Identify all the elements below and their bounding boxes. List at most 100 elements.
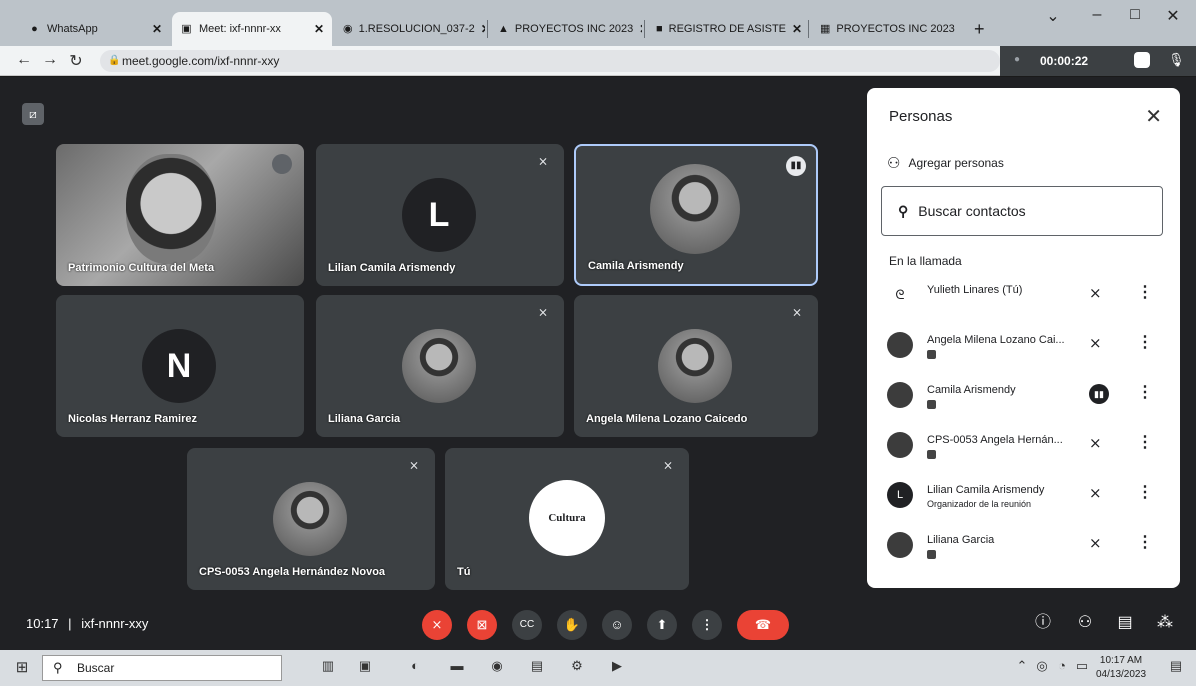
browser-tab-bar: ● WhatsApp ✕ ▣ Meet: ixf-nnnr-xx ✕ ◉ 1.R… xyxy=(0,0,1196,46)
participant-row[interactable]: CPS-0053 Angela Hernán... ⨯ ⋮ xyxy=(867,424,1180,472)
cultura-logo: Cultura xyxy=(529,480,605,556)
windows-start-icon[interactable]: ⊞ xyxy=(12,658,32,678)
taskbar-search[interactable]: ⚲ Buscar xyxy=(42,655,282,681)
chrome-icon[interactable]: ◉ xyxy=(487,658,507,678)
task-view-icon[interactable]: ▥ xyxy=(318,658,338,678)
close-icon[interactable]: ✕ xyxy=(308,22,324,36)
more-options-icon[interactable]: ⋮ xyxy=(1137,482,1153,502)
close-window-button[interactable]: ✕ xyxy=(1158,6,1188,26)
activities-button[interactable]: ⁂ xyxy=(1152,610,1178,636)
reactions-button[interactable]: ☺ xyxy=(602,610,632,640)
participant-row[interactable]: Liliana Garcia ⨯ ⋮ xyxy=(867,524,1180,572)
tab-registro[interactable]: ■ REGISTRO DE ASISTE ✕ xyxy=(648,12,806,46)
hang-up-button[interactable]: ☎ xyxy=(737,610,789,640)
reload-button[interactable]: ↻ xyxy=(66,51,86,71)
mic-off-icon[interactable]: ⨯ xyxy=(1089,284,1102,302)
participant-tile[interactable]: N Nicolas Herranz Ramirez xyxy=(56,295,304,437)
notifications-icon[interactable]: ▤ xyxy=(1166,658,1186,678)
search-contacts-input[interactable]: ⚲ Buscar contactos xyxy=(881,186,1163,236)
tab-search-icon[interactable]: ⌄ xyxy=(1038,6,1068,26)
tab-meet[interactable]: ▣ Meet: ixf-nnnr-xx ✕ xyxy=(172,12,332,46)
captions-off-icon[interactable]: ⧄ xyxy=(22,103,44,125)
presenting-icon xyxy=(927,550,936,559)
more-options-icon[interactable]: ⋮ xyxy=(1137,432,1153,452)
close-icon[interactable]: ✕ xyxy=(475,22,485,36)
participant-row[interactable]: ᘓ Yulieth Linares (Tú) ⨯ ⋮ xyxy=(867,274,1180,322)
volume-icon[interactable]: ◔ xyxy=(1052,658,1072,678)
forward-button[interactable]: → xyxy=(40,51,60,69)
more-options-icon[interactable]: ⋮ xyxy=(1137,382,1153,402)
mic-off-icon: ⨯ xyxy=(408,458,420,472)
participant-tile-active-speaker[interactable]: ▮▮ Camila Arismendy xyxy=(574,144,818,286)
mic-off-icon[interactable]: ⨯ xyxy=(1089,484,1102,502)
app-icon[interactable]: ▣ xyxy=(355,658,375,678)
stop-icon[interactable] xyxy=(1134,52,1150,68)
word-icon[interactable]: ▤ xyxy=(527,658,547,678)
close-icon[interactable]: ✕ xyxy=(633,22,642,36)
address-bar: ← → ↻ 🔒 meet.google.com/ixf-nnnr-xxy ● 0… xyxy=(0,46,1196,76)
participant-tile-self[interactable]: ⨯ Cultura Tú xyxy=(445,448,689,590)
participant-tile[interactable]: ⨯ Angela Milena Lozano Caicedo xyxy=(574,295,818,437)
settings-icon[interactable]: ⚙ xyxy=(567,658,587,678)
more-options-icon[interactable]: ⋮ xyxy=(1137,532,1153,552)
speaking-indicator-icon xyxy=(272,154,292,174)
participant-tile[interactable]: Patrimonio Cultura del Meta xyxy=(56,144,304,286)
more-options-icon[interactable]: ⋮ xyxy=(1137,282,1153,302)
meeting-details-button[interactable]: ⓘ xyxy=(1030,610,1056,636)
mic-icon[interactable]: 🎙 xyxy=(1168,52,1185,68)
camera-off-button[interactable]: ⊠ xyxy=(467,610,497,640)
system-clock[interactable]: 10:17 AM 04/13/2023 xyxy=(1096,654,1146,682)
people-button[interactable]: ⚇ xyxy=(1072,610,1098,636)
avatar: N xyxy=(142,329,216,403)
participant-photo xyxy=(273,482,347,556)
tab-proyectos-sheets[interactable]: ▦ PROYECTOS INC 2023 ✕ xyxy=(812,12,962,46)
add-people-button[interactable]: ⚇ Agregar personas xyxy=(887,154,1004,172)
mic-off-icon[interactable]: ⨯ xyxy=(1089,434,1102,452)
participant-row[interactable]: Camila Arismendy ▮▮ ⋮ xyxy=(867,374,1180,422)
separator: | xyxy=(68,616,72,631)
call-timer: 00:00:22 xyxy=(1040,54,1089,68)
present-button[interactable]: ⬆ xyxy=(647,610,677,640)
participant-tile[interactable]: ⨯ CPS-0053 Angela Hernández Novoa xyxy=(187,448,435,590)
file-explorer-icon[interactable]: ▬ xyxy=(447,658,467,678)
windows-taskbar: ⊞ ⚲ Buscar ▥ ▣ ◐ ▬ ◉ ▤ ⚙ ▶ ⌃ ◎ ◔ ▭ 10:17… xyxy=(0,650,1196,686)
tab-resolucion[interactable]: ◉ 1.RESOLUCION_037-2 ✕ xyxy=(335,12,485,46)
tab-label: Meet: ixf-nnnr-xx xyxy=(199,23,281,35)
meet-icon: ▣ xyxy=(181,22,192,35)
tab-proyectos-drive[interactable]: ▲ PROYECTOS INC 2023 ✕ xyxy=(490,12,642,46)
maximize-button[interactable]: □ xyxy=(1120,6,1150,24)
close-icon[interactable]: ✕ xyxy=(786,22,802,36)
participant-tile[interactable]: ⨯ Liliana Garcia xyxy=(316,295,564,437)
cultura-avatar-icon: ᘓ xyxy=(887,282,913,308)
participant-tile[interactable]: ⨯ L Lilian Camila Arismendy xyxy=(316,144,564,286)
mic-off-button[interactable]: ⨯ xyxy=(422,610,452,640)
battery-icon[interactable]: ▭ xyxy=(1072,658,1092,678)
minimize-button[interactable]: – xyxy=(1082,6,1112,24)
people-panel: Personas ✕ ⚇ Agregar personas ⚲ Buscar c… xyxy=(867,88,1180,588)
captions-button[interactable]: CC xyxy=(512,610,542,640)
back-button[interactable]: ← xyxy=(14,51,34,69)
mic-off-icon[interactable]: ⨯ xyxy=(1089,534,1102,552)
lock-icon: 🔒 xyxy=(108,55,121,66)
more-options-icon[interactable]: ⋮ xyxy=(1137,332,1153,352)
screen: ● WhatsApp ✕ ▣ Meet: ixf-nnnr-xx ✕ ◉ 1.R… xyxy=(0,0,1196,686)
edge-icon[interactable]: ◐ xyxy=(405,658,425,678)
tray-chevron-icon[interactable]: ⌃ xyxy=(1012,658,1032,678)
chat-button[interactable]: ▤ xyxy=(1112,610,1138,636)
close-icon[interactable]: ✕ xyxy=(146,22,162,36)
participant-row[interactable]: L Lilian Camila Arismendy Organizador de… xyxy=(867,474,1180,522)
network-icon[interactable]: ◎ xyxy=(1032,658,1052,678)
participant-row[interactable]: Angela Milena Lozano Cai... ⨯ ⋮ xyxy=(867,324,1180,372)
url-field[interactable]: 🔒 meet.google.com/ixf-nnnr-xxy xyxy=(100,50,1000,72)
new-tab-button[interactable]: + xyxy=(966,12,996,46)
participant-name: Lilian Camila Arismendy xyxy=(927,484,1045,496)
more-options-button[interactable]: ⋮ xyxy=(692,610,722,640)
mic-off-icon[interactable]: ⨯ xyxy=(1089,334,1102,352)
raise-hand-button[interactable]: ✋ xyxy=(557,610,587,640)
close-panel-button[interactable]: ✕ xyxy=(1145,104,1162,129)
tab-whatsapp[interactable]: ● WhatsApp ✕ xyxy=(20,12,170,46)
media-icon[interactable]: ▶ xyxy=(607,658,627,678)
speaking-indicator-icon: ▮▮ xyxy=(1089,384,1109,404)
participant-photo xyxy=(658,329,732,403)
close-icon[interactable]: ✕ xyxy=(955,22,962,36)
